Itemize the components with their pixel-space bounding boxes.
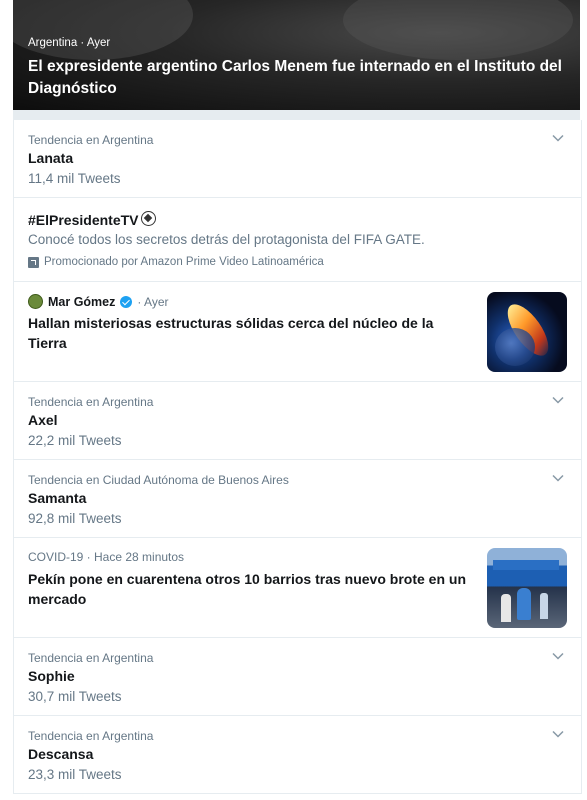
trend-count: 23,3 mil Tweets bbox=[28, 767, 122, 782]
hero-news-card[interactable]: Argentina · Ayer El expresidente argenti… bbox=[13, 0, 580, 110]
explore-frame: Argentina · Ayer El expresidente argenti… bbox=[0, 0, 587, 800]
trend-count: 92,8 mil Tweets bbox=[28, 511, 122, 526]
trend-context: Tendencia en Argentina bbox=[28, 395, 154, 409]
story-headline: Pekín pone en cuarentena otros 10 barrio… bbox=[28, 571, 466, 607]
promoted-text: Promocionado por Amazon Prime Video Lati… bbox=[44, 256, 324, 268]
chevron-down-icon[interactable] bbox=[551, 393, 565, 407]
trend-item-sophie[interactable]: Tendencia en Argentina Sophie 30,7 mil T… bbox=[14, 638, 581, 716]
promo-description: Conocé todos los secretos detrás del pro… bbox=[28, 232, 425, 247]
trend-context: Tendencia en Argentina bbox=[28, 729, 154, 743]
promoted-icon bbox=[28, 256, 39, 268]
chevron-down-icon[interactable] bbox=[551, 727, 565, 741]
trend-item-lanata[interactable]: Tendencia en Argentina Lanata 11,4 mil T… bbox=[14, 120, 581, 198]
news-story-item[interactable]: COVID-19 · Hace 28 minutos Pekín pone en… bbox=[14, 538, 581, 638]
verified-badge-icon bbox=[120, 295, 133, 308]
trend-name: Descansa bbox=[28, 746, 94, 762]
trend-count: 30,7 mil Tweets bbox=[28, 689, 122, 704]
trend-item-descansa[interactable]: Tendencia en Argentina Descansa 23,3 mil… bbox=[14, 716, 581, 794]
story-headline: Hallan misteriosas estructuras sólidas c… bbox=[28, 315, 434, 351]
trend-name: Samanta bbox=[28, 490, 87, 506]
hero-meta: Argentina · Ayer bbox=[28, 37, 111, 49]
chevron-down-icon[interactable] bbox=[551, 649, 565, 663]
trend-context: Tendencia en Argentina bbox=[28, 133, 154, 147]
divider bbox=[13, 110, 580, 120]
avatar bbox=[28, 294, 43, 309]
story-author[interactable]: Mar Gómez bbox=[48, 295, 115, 309]
trends-list: Tendencia en Argentina Lanata 11,4 mil T… bbox=[13, 120, 582, 794]
promoted-trend-item[interactable]: #ElPresidenteTV Conocé todos los secreto… bbox=[14, 198, 581, 282]
trend-name: Axel bbox=[28, 412, 58, 428]
chevron-down-icon[interactable] bbox=[551, 131, 565, 145]
trend-context: Tendencia en Ciudad Autónoma de Buenos A… bbox=[28, 473, 289, 487]
soccer-ball-icon bbox=[140, 211, 156, 226]
promo-name: #ElPresidenteTV bbox=[28, 211, 156, 228]
story-meta: COVID-19 · Hace 28 minutos bbox=[28, 550, 185, 564]
earth-core-image bbox=[487, 292, 567, 372]
promoted-label[interactable]: Promocionado por Amazon Prime Video Lati… bbox=[28, 256, 324, 268]
trend-name: Sophie bbox=[28, 668, 75, 684]
trend-count: 11,4 mil Tweets bbox=[28, 171, 121, 186]
story-time: · Ayer bbox=[137, 294, 169, 309]
story-byline: Mar Gómez · Ayer bbox=[28, 294, 169, 309]
trend-name: Lanata bbox=[28, 150, 74, 166]
chevron-down-icon[interactable] bbox=[551, 471, 565, 485]
trend-item-samanta[interactable]: Tendencia en Ciudad Autónoma de Buenos A… bbox=[14, 460, 581, 538]
trend-count: 22,2 mil Tweets bbox=[28, 433, 122, 448]
news-story-item[interactable]: Mar Gómez · Ayer Hallan misteriosas estr… bbox=[14, 282, 581, 382]
trend-item-axel[interactable]: Tendencia en Argentina Axel 22,2 mil Twe… bbox=[14, 382, 581, 460]
trend-context: Tendencia en Argentina bbox=[28, 651, 154, 665]
hero-title[interactable]: El expresidente argentino Carlos Menem f… bbox=[28, 56, 562, 100]
quarantine-tent-image bbox=[487, 548, 567, 628]
